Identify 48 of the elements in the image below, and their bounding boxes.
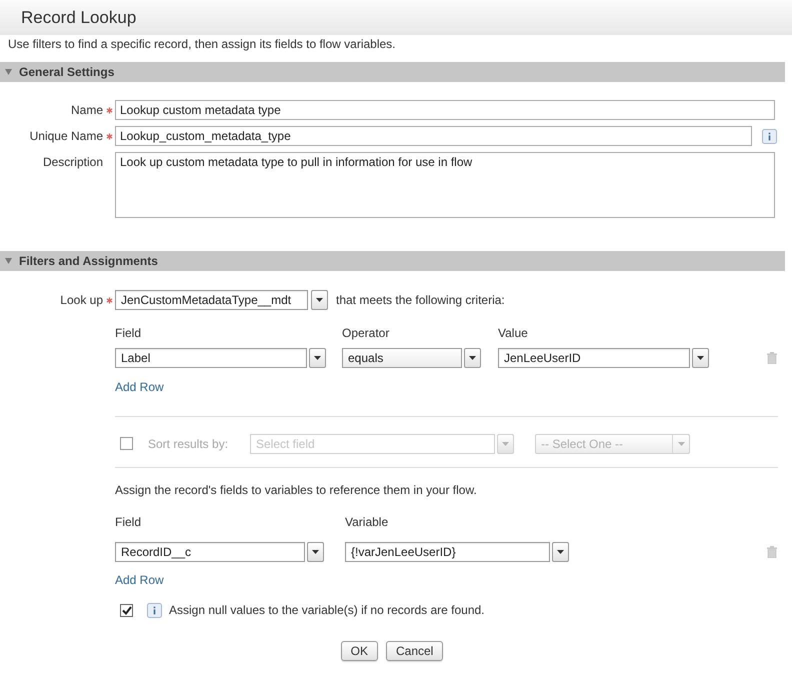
caret-icon: [469, 356, 476, 360]
instruction-text: Use filters to find a specific record, then assign its fields to flow variables.: [8, 37, 397, 51]
caret-icon: [316, 298, 323, 302]
criteria-text: that meets the following criteria:: [336, 292, 505, 309]
field-label: Unique Name: [28, 128, 103, 145]
column-header: Field: [115, 326, 142, 340]
field-label: Description: [42, 154, 103, 171]
add-row-link[interactable]: Add Row: [115, 380, 164, 394]
dropdown-button[interactable]: [309, 348, 326, 368]
checkmark-icon: [122, 606, 132, 614]
checkbox-label: Assign null values to the variable(s) if no records are found.: [169, 602, 484, 619]
add-row-link[interactable]: Add Row: [115, 573, 164, 587]
section-header[interactable]: General Settings: [0, 62, 785, 82]
assignment-intro: Assign the record's fields to variables to reference them in your flow.: [115, 483, 478, 497]
info-icon: [147, 602, 162, 618]
text-input[interactable]: Lookup custom metadata type: [115, 100, 775, 120]
textarea[interactable]: Look up custom metadata type to pull in information for use in flow: [115, 152, 775, 218]
window-title: Record Lookup: [21, 6, 136, 29]
column-header: Variable: [345, 515, 388, 529]
section-header[interactable]: Filters and Assignments: [0, 251, 785, 271]
ok-button[interactable]: OK: [340, 641, 378, 661]
caret-icon: [312, 550, 319, 554]
select-field[interactable]: JenLeeUserID: [498, 348, 690, 368]
dropdown-button[interactable]: [311, 290, 328, 310]
column-header: Field: [115, 515, 142, 529]
field-label: Name: [70, 102, 103, 119]
dropdown-button[interactable]: [464, 348, 481, 368]
select-field[interactable]: {!varJenLeeUserID}: [345, 542, 550, 562]
text-input[interactable]: Lookup_custom_metadata_type: [115, 126, 752, 146]
field-label: Look up: [59, 292, 103, 309]
caret-icon: [557, 550, 564, 554]
caret-icon: [697, 356, 704, 360]
checkbox[interactable]: [120, 604, 133, 616]
dropdown-button[interactable]: [552, 542, 569, 562]
select-field[interactable]: Label: [115, 348, 307, 368]
sort-label: Sort results by:: [148, 436, 230, 452]
select-field[interactable]: JenCustomMetadataType__mdt: [115, 290, 308, 310]
caret-icon: [678, 442, 684, 446]
column-header: Operator: [342, 326, 390, 340]
cancel-button[interactable]: Cancel: [386, 641, 444, 661]
select-field[interactable]: equals: [342, 348, 462, 368]
caret-icon: [502, 442, 509, 446]
dropdown-button[interactable]: [307, 542, 324, 562]
select-field[interactable]: RecordID__c: [115, 542, 305, 562]
info-icon[interactable]: [762, 128, 777, 144]
dropdown-button[interactable]: [692, 348, 709, 368]
column-header: Value: [498, 326, 528, 340]
caret-icon: [314, 356, 321, 360]
